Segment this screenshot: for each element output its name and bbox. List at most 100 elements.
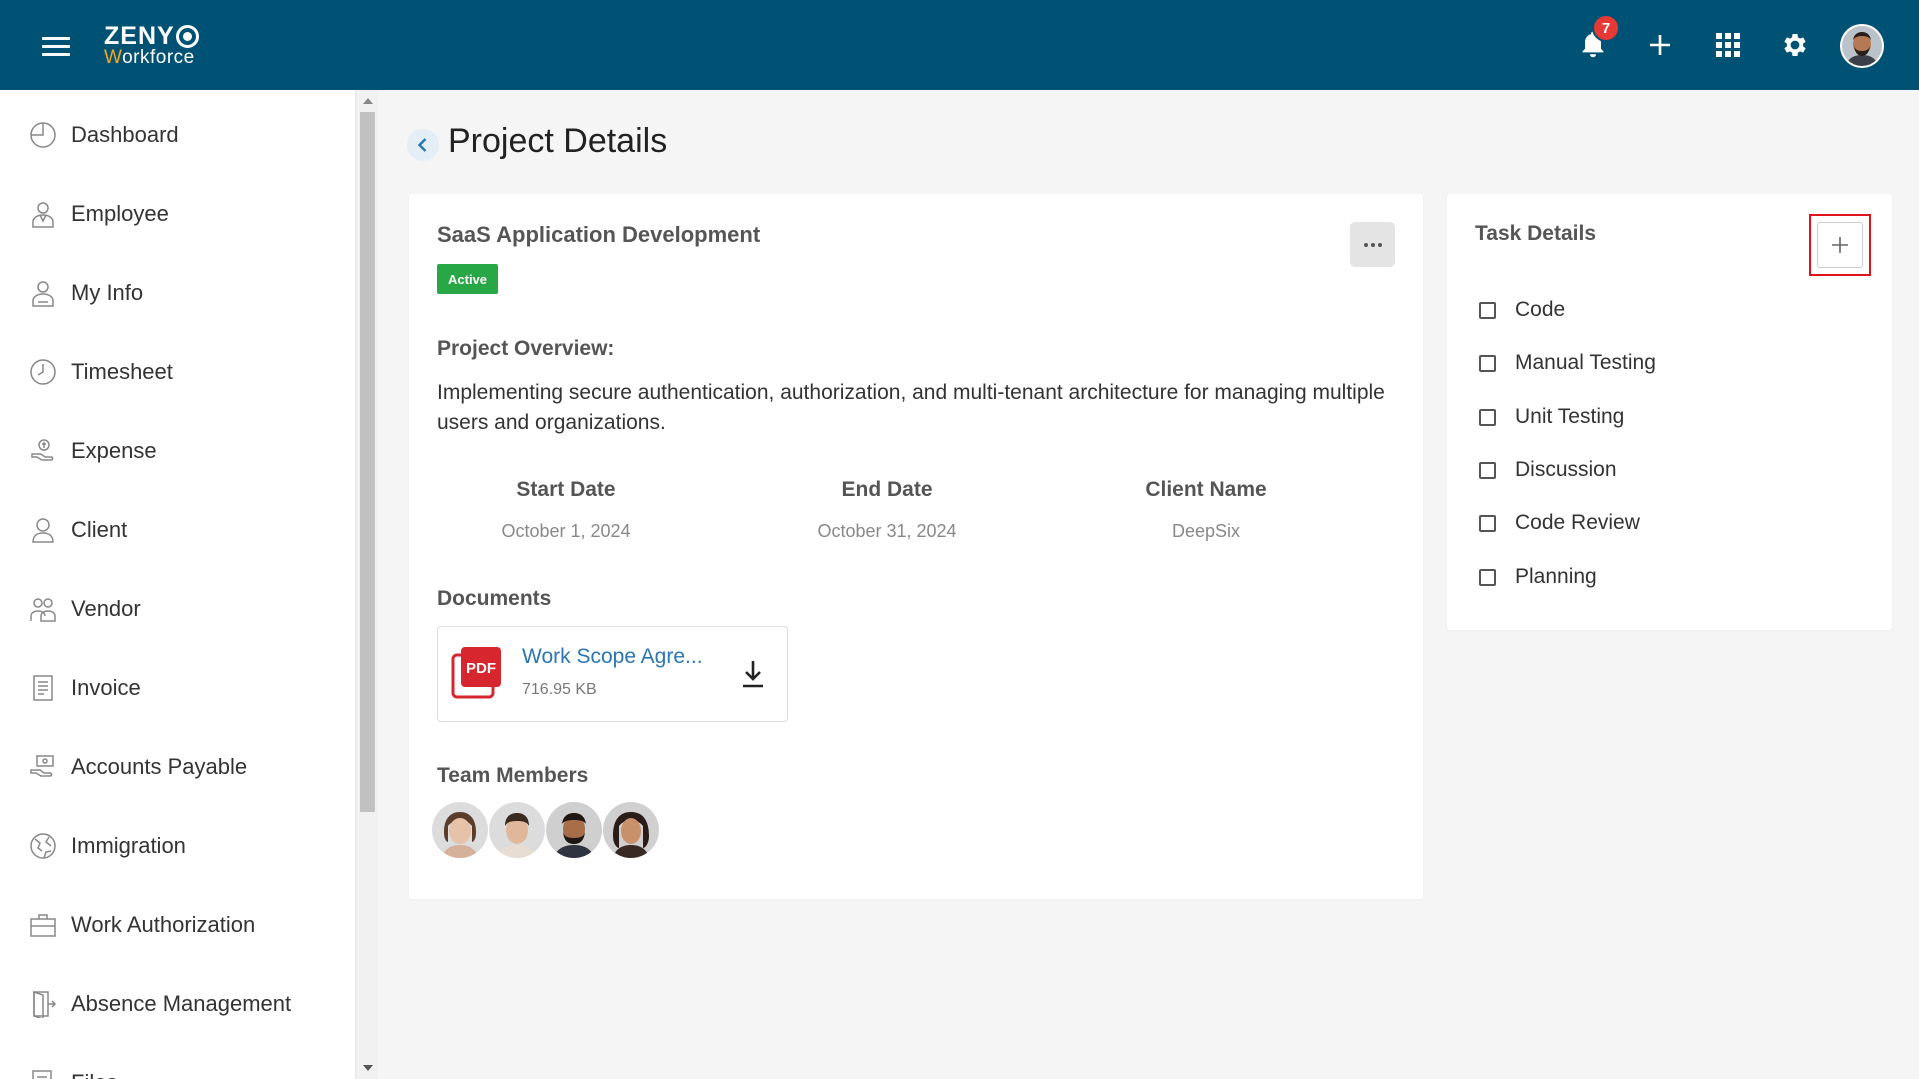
end-date-section: End Date October 31, 2024: [757, 478, 1017, 542]
settings-button[interactable]: [1772, 22, 1818, 68]
task-checkbox[interactable]: [1479, 461, 1496, 479]
status-badge: Active: [437, 264, 499, 294]
add-task-button[interactable]: [1817, 222, 1863, 268]
menu-icon[interactable]: [42, 37, 70, 57]
sidebar-item-label: Immigration: [71, 833, 186, 858]
task-label: Planning: [1515, 565, 1597, 588]
download-icon[interactable]: [740, 659, 766, 689]
logo-text: ZENY: [104, 22, 175, 50]
team-member-photo: [489, 802, 545, 858]
task-checkbox[interactable]: [1479, 514, 1496, 532]
sidebar-item-client[interactable]: Client: [0, 500, 350, 560]
apps-button[interactable]: [1705, 22, 1751, 68]
chevron-left-icon: [417, 138, 427, 152]
scrollbar-thumb[interactable]: [360, 112, 375, 812]
dot: [1377, 242, 1382, 247]
sidebar-item-label: Client: [71, 517, 128, 542]
sidebar-item-employee[interactable]: Employee: [0, 184, 350, 244]
user-avatar[interactable]: [1840, 24, 1884, 68]
task-checkbox[interactable]: [1479, 568, 1496, 586]
expense-icon: [28, 436, 58, 466]
sidebar-item-label: Timesheet: [71, 359, 173, 384]
sidebar-item-label: Work Authorization: [71, 912, 256, 937]
sidebar-item-vendor[interactable]: Vendor: [0, 579, 350, 639]
task-label: Manual Testing: [1515, 351, 1656, 374]
task-label: Discussion: [1515, 458, 1617, 481]
sidebar-item-label: Vendor: [71, 596, 141, 621]
project-overview-text: Implementing secure authentication, auth…: [437, 381, 1385, 434]
document-name-link[interactable]: Work Scope Agre...: [522, 645, 703, 669]
scroll-down-arrow-icon[interactable]: [363, 1065, 373, 1071]
task-checkbox[interactable]: [1479, 408, 1496, 426]
employee-icon: [28, 199, 58, 229]
sidebar-item-timesheet[interactable]: Timesheet: [0, 342, 350, 402]
project-name: SaaS Application Development: [437, 222, 761, 247]
logo-sub-initial: W: [104, 47, 123, 68]
documents-label: Documents: [437, 587, 552, 610]
logo-mark-icon: [175, 25, 199, 48]
task-item-unit-testing[interactable]: Unit Testing: [1479, 402, 1624, 432]
sidebar-item-label: Files: [71, 1070, 117, 1079]
task-item-code-review[interactable]: Code Review: [1479, 508, 1640, 538]
team-member-avatar[interactable]: [546, 802, 602, 858]
add-button[interactable]: [1637, 22, 1683, 68]
my-info-icon: [28, 278, 58, 308]
sidebar-item-dashboard[interactable]: Dashboard: [0, 105, 350, 165]
task-item-code[interactable]: Code: [1479, 295, 1565, 325]
back-button[interactable]: [407, 129, 439, 161]
end-date-value: October 31, 2024: [817, 521, 957, 541]
gear-icon: [1784, 34, 1806, 56]
door-icon: [28, 989, 58, 1019]
sidebar-item-my-info[interactable]: My Info: [0, 263, 350, 323]
dashboard-icon: [28, 120, 58, 150]
logo-sub-text: orkforce: [122, 47, 195, 68]
start-date-label: Start Date: [516, 478, 616, 501]
sidebar-item-immigration[interactable]: Immigration: [0, 816, 350, 876]
sidebar-item-label: Accounts Payable: [71, 754, 248, 779]
document-size: 716.95 KB: [522, 681, 597, 698]
apps-grid-icon: [1716, 33, 1740, 57]
project-overview-label: Project Overview:: [437, 337, 615, 360]
sidebar-scrollbar[interactable]: [355, 90, 378, 1079]
project-card: SaaS Application Development Active Proj…: [409, 194, 1423, 899]
sidebar-item-files[interactable]: Files: [0, 1053, 350, 1079]
team-member-avatar[interactable]: [489, 802, 545, 858]
sidebar-item-expense[interactable]: Expense: [0, 421, 350, 481]
sidebar-item-invoice[interactable]: Invoice: [0, 658, 350, 718]
task-checkbox[interactable]: [1479, 301, 1496, 319]
task-item-planning[interactable]: Planning: [1479, 562, 1597, 592]
plus-icon: [1832, 237, 1848, 253]
add-task-highlight: [1809, 214, 1871, 276]
page-title: Project Details: [448, 122, 668, 160]
sidebar: Dashboard Employee My Info Timesheet Exp…: [0, 90, 356, 1079]
pdf-icon: PDF: [451, 647, 501, 699]
files-icon: [28, 1068, 58, 1079]
globe-icon: [28, 831, 58, 861]
task-details-title: Task Details: [1475, 222, 1597, 245]
sidebar-item-label: Dashboard: [71, 122, 179, 147]
sidebar-item-label: Employee: [71, 201, 169, 226]
notification-count-badge: 7: [1592, 14, 1620, 42]
sidebar-item-label: Invoice: [71, 675, 141, 700]
task-details-card: Task Details Code Manual Testing Unit Te…: [1447, 194, 1892, 630]
document-card[interactable]: PDF Work Scope Agre... 716.95 KB: [437, 626, 788, 722]
sidebar-item-absence-management[interactable]: Absence Management: [0, 974, 350, 1034]
more-options-button[interactable]: [1350, 222, 1395, 267]
task-item-manual-testing[interactable]: Manual Testing: [1479, 348, 1656, 378]
briefcase-icon: [28, 910, 58, 940]
task-label: Code: [1515, 298, 1566, 321]
team-member-avatar[interactable]: [603, 802, 659, 858]
sidebar-item-work-authorization[interactable]: Work Authorization: [0, 895, 350, 955]
team-member-avatar[interactable]: [432, 802, 488, 858]
scroll-up-arrow-icon[interactable]: [363, 98, 373, 104]
client-name-label: Client Name: [1145, 478, 1267, 501]
sidebar-item-accounts-payable[interactable]: Accounts Payable: [0, 737, 350, 797]
task-label: Unit Testing: [1515, 405, 1625, 428]
logo[interactable]: ZENY Workforce: [104, 24, 199, 67]
team-member-photo: [603, 802, 659, 858]
client-name-value: DeepSix: [1171, 521, 1241, 541]
accounts-payable-icon: [28, 752, 58, 782]
task-checkbox[interactable]: [1479, 354, 1496, 372]
plus-icon: [1650, 35, 1670, 55]
task-item-discussion[interactable]: Discussion: [1479, 455, 1617, 485]
